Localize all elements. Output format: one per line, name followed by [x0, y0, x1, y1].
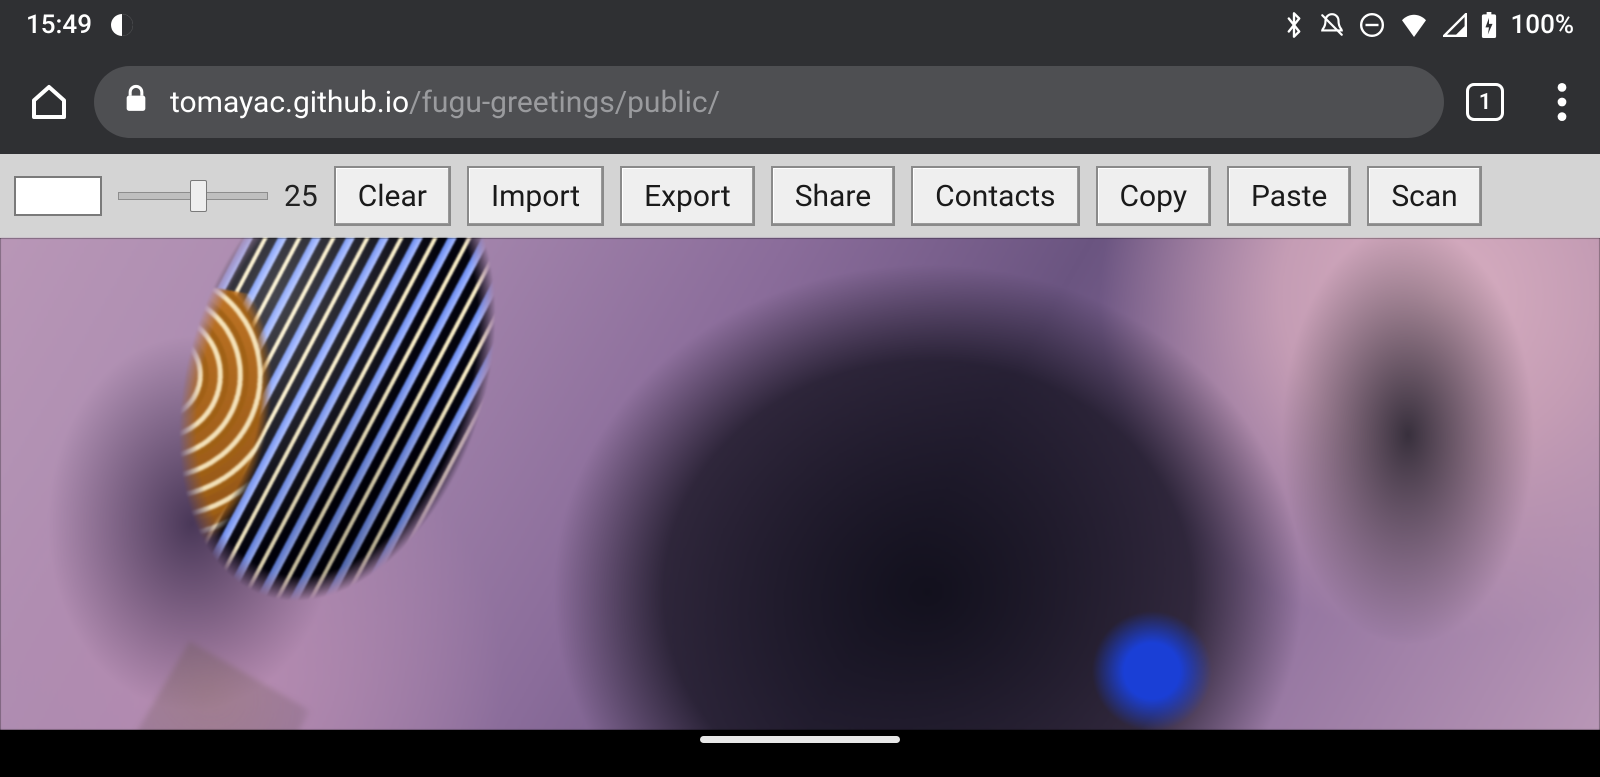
clear-button[interactable]: Clear [334, 166, 451, 226]
drawing-canvas[interactable] [0, 238, 1600, 730]
export-button[interactable]: Export [620, 166, 755, 226]
url-host: tomayac.github.io [170, 85, 409, 120]
wifi-icon [1399, 13, 1429, 37]
android-nav-bar [0, 730, 1600, 777]
cell-signal-icon [1443, 13, 1467, 37]
battery-icon [1481, 12, 1497, 38]
dnd-off-icon [1319, 12, 1345, 38]
copy-button[interactable]: Copy [1096, 166, 1212, 226]
contacts-button[interactable]: Contacts [911, 166, 1079, 226]
url-path: /fugu-greetings/public/ [409, 85, 720, 120]
menu-button[interactable] [1542, 79, 1582, 125]
status-clock: 15:49 [26, 10, 92, 40]
tab-count: 1 [1479, 90, 1492, 115]
brush-size-value: 25 [284, 179, 318, 214]
paste-button[interactable]: Paste [1227, 166, 1351, 226]
tab-switcher-button[interactable]: 1 [1466, 83, 1504, 121]
import-button[interactable]: Import [467, 166, 604, 226]
gesture-pill[interactable] [700, 736, 900, 743]
lock-icon [124, 84, 148, 120]
android-status-bar: 15:49 100% [0, 0, 1600, 50]
do-not-disturb-icon [1359, 12, 1385, 38]
share-button[interactable]: Share [771, 166, 895, 226]
canvas-image [34, 238, 606, 730]
slider-thumb[interactable] [190, 180, 207, 212]
data-saver-icon [110, 13, 134, 37]
scan-button[interactable]: Scan [1367, 166, 1481, 226]
browser-toolbar: tomayac.github.io/fugu-greetings/public/… [0, 50, 1600, 154]
color-picker[interactable] [14, 176, 102, 216]
url-text: tomayac.github.io/fugu-greetings/public/ [170, 85, 720, 120]
battery-percent: 100% [1511, 10, 1574, 40]
home-button[interactable] [26, 79, 72, 125]
app-toolbar: 25 Clear Import Export Share Contacts Co… [0, 154, 1600, 238]
bluetooth-icon [1283, 12, 1305, 38]
brush-size-slider[interactable] [118, 180, 268, 212]
url-bar[interactable]: tomayac.github.io/fugu-greetings/public/ [94, 66, 1444, 138]
